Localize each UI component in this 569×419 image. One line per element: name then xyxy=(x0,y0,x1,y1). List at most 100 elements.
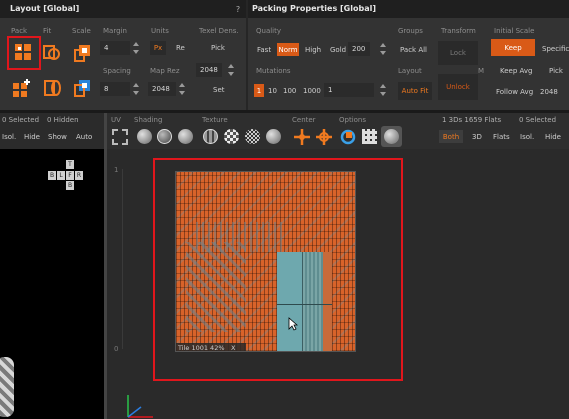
uv-toolbar: UV Shading Texture Center Options 1 3Ds … xyxy=(107,113,569,149)
fit-header: Fit xyxy=(43,27,52,35)
filter-hide[interactable]: Hide xyxy=(545,133,561,141)
center-pivot-icon[interactable] xyxy=(315,128,333,146)
filter-isol[interactable]: Isol. xyxy=(520,133,534,141)
mutation-value-input[interactable]: 1 xyxy=(324,83,374,97)
options-grid-icon[interactable] xyxy=(362,129,377,144)
left-hidden-count: 0 Hidden xyxy=(47,116,79,124)
quality-gold[interactable]: Gold xyxy=(330,46,346,54)
spacing-label: Spacing xyxy=(103,67,131,75)
fit-icon[interactable] xyxy=(42,43,62,63)
quality-stepper[interactable] xyxy=(380,43,386,55)
lock-button[interactable]: Lock xyxy=(438,41,478,65)
left-show-button[interactable]: Show xyxy=(48,133,67,141)
left-isol-button[interactable]: Isol. xyxy=(2,133,16,141)
texel-value-input[interactable]: 2048 xyxy=(196,63,222,77)
uv-axis-top: 1 xyxy=(114,166,119,174)
auto-fit-button[interactable]: Auto Fit xyxy=(398,82,432,100)
uv-grid-line xyxy=(277,304,332,305)
axis-gizmo xyxy=(123,389,163,419)
texel-stepper[interactable] xyxy=(228,64,234,76)
uv-selected-strip-3[interactable] xyxy=(323,252,332,351)
uv-selected-strip-2[interactable] xyxy=(303,252,323,351)
initial-scale-label: Initial Scale xyxy=(494,27,535,35)
shading-solid-icon[interactable] xyxy=(137,129,152,144)
specific-button[interactable]: Specific xyxy=(542,45,569,53)
units-re-button[interactable]: Re xyxy=(176,44,185,52)
mutation-1[interactable]: 1 xyxy=(254,84,264,97)
tile-close[interactable]: X xyxy=(231,344,235,351)
options-sync-icon[interactable] xyxy=(339,128,357,146)
pack-button[interactable] xyxy=(7,36,41,70)
uv-island-top xyxy=(196,222,286,252)
scale-selected-icon[interactable] xyxy=(73,78,93,98)
options-highlight-icon[interactable] xyxy=(381,126,402,147)
pack-all-button[interactable]: Pack All xyxy=(400,46,427,54)
filter-flats[interactable]: Flats xyxy=(493,133,510,141)
margin-stepper[interactable] xyxy=(133,42,139,54)
uv-selected-strip-1[interactable] xyxy=(277,252,303,351)
map-rez-input[interactable]: 2048 xyxy=(148,82,176,96)
view-cube-back[interactable]: B xyxy=(48,171,56,180)
quality-high[interactable]: High xyxy=(305,46,321,54)
texture-checker-icon[interactable] xyxy=(224,129,239,144)
texel-pick-button[interactable]: Pick xyxy=(211,44,225,52)
follow-avg-value: 2048 xyxy=(540,88,558,96)
mutation-100[interactable]: 100 xyxy=(283,87,296,95)
texture-dots-icon[interactable] xyxy=(245,129,260,144)
uv-tile[interactable]: Tile 1001 42% X xyxy=(175,171,356,352)
left-selected-count: 0 Selected xyxy=(2,116,40,124)
filter-3d[interactable]: 3D xyxy=(472,133,482,141)
keep-button[interactable]: Keep xyxy=(491,39,535,56)
pack-selected-icon[interactable] xyxy=(12,78,32,98)
units-px-button[interactable]: Px xyxy=(150,41,166,55)
scale-icon[interactable] xyxy=(73,43,93,63)
mutation-1000[interactable]: 1000 xyxy=(303,87,321,95)
margin-header: Margin xyxy=(103,27,127,35)
view-cube-front[interactable]: F xyxy=(66,171,74,180)
options-label: Options xyxy=(339,116,367,124)
scale-pick-button[interactable]: Pick xyxy=(549,67,563,75)
view-cube-left[interactable]: L xyxy=(57,171,65,180)
left-hide-button[interactable]: Hide xyxy=(24,133,40,141)
filter-both[interactable]: Both xyxy=(439,130,463,143)
view-cube-top[interactable]: T xyxy=(66,160,74,169)
left-auto-button[interactable]: Auto xyxy=(76,133,92,141)
mutation-stepper[interactable] xyxy=(380,84,386,96)
mutation-10[interactable]: 10 xyxy=(268,87,277,95)
view-cube[interactable]: T B L F R B xyxy=(48,160,90,190)
view-cube-bottom[interactable]: B xyxy=(66,181,74,190)
view-cube-right[interactable]: R xyxy=(75,171,83,180)
map-rez-stepper[interactable] xyxy=(179,83,185,95)
margin-input[interactable]: 4 xyxy=(100,41,130,55)
uv-stats: 1 3Ds 1659 Flats xyxy=(442,116,502,124)
quality-norm[interactable]: Norm xyxy=(277,43,299,56)
keep-avg-button[interactable]: Keep Avg xyxy=(500,67,533,75)
spacing-stepper[interactable] xyxy=(133,83,139,95)
map-rez-label: Map Rez xyxy=(150,67,180,75)
quality-fast[interactable]: Fast xyxy=(257,46,271,54)
follow-avg-button[interactable]: Follow Avg xyxy=(496,88,533,96)
shading-smooth-icon[interactable] xyxy=(178,129,193,144)
uv-label: UV xyxy=(111,116,121,124)
uv-viewport[interactable]: 1 0 Tile 1001 42% X xyxy=(107,149,569,419)
layout-help-icon[interactable]: ? xyxy=(234,5,242,14)
mesh-preview xyxy=(0,357,14,417)
uv-island-left xyxy=(186,242,246,332)
frame-icon[interactable] xyxy=(112,129,128,145)
texel-set-button[interactable]: Set xyxy=(213,86,225,94)
packing-panel-title: Packing Properties [Global] xyxy=(248,0,569,18)
center-move-icon[interactable] xyxy=(293,128,311,146)
unlock-button[interactable]: Unlock xyxy=(438,74,478,100)
pack-grid-icon xyxy=(14,43,34,63)
units-header: Units xyxy=(151,27,169,35)
texture-blank-icon[interactable] xyxy=(266,129,281,144)
mouse-cursor xyxy=(288,317,299,331)
texture-grid-icon[interactable] xyxy=(203,129,218,144)
shading-wire-icon[interactable] xyxy=(157,129,172,144)
texel-density-header: Texel Dens. xyxy=(199,27,239,35)
spacing-input[interactable]: 8 xyxy=(100,82,130,96)
fit-selected-icon[interactable] xyxy=(43,78,63,98)
transform-label: Transform xyxy=(441,27,476,35)
quality-value-input[interactable]: 200 xyxy=(348,42,370,56)
left-3d-pane: 0 Selected 0 Hidden Isol. Hide Show Auto… xyxy=(0,113,104,419)
